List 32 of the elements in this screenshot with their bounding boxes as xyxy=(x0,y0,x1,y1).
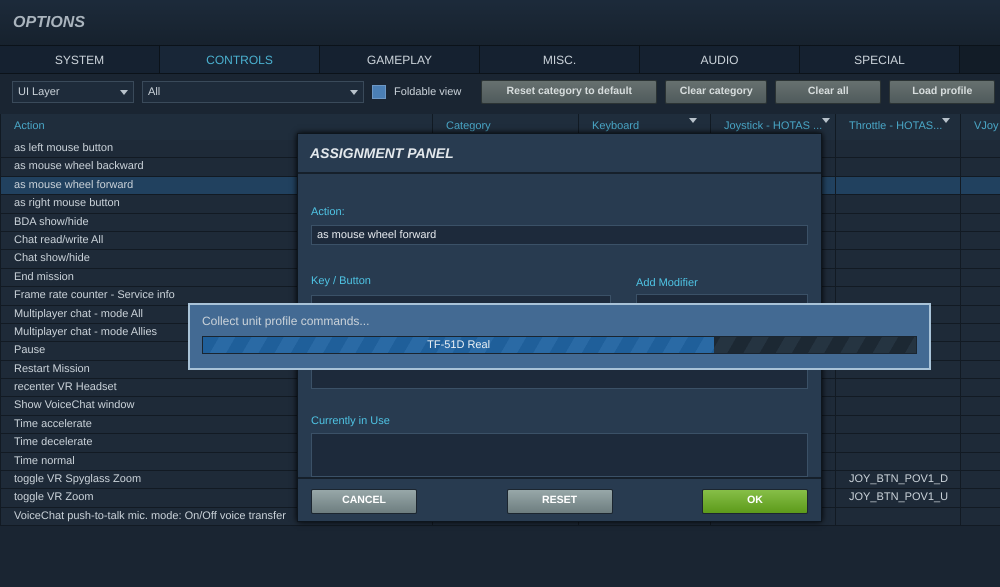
field-label: Currently in Use xyxy=(311,414,391,429)
panel-title: ASSIGNMENT PANEL xyxy=(298,134,821,174)
field-label: Action: xyxy=(311,205,346,220)
table-cell: Pause xyxy=(14,344,46,356)
table-cell: JOY_BTN_POV1_D xyxy=(849,473,948,486)
checkbox-label: Foldable view xyxy=(394,84,462,100)
table-cell: Chat show/hide xyxy=(14,252,90,264)
table-cell: Time normal xyxy=(14,454,75,467)
window-title: OPTIONS xyxy=(13,12,86,32)
table-cell: Frame rate counter - Service info xyxy=(14,289,175,302)
table-cell: Time accelerate xyxy=(14,418,92,430)
table-cell: recenter VR Headset xyxy=(14,381,117,394)
table-cell: Show VoiceChat window xyxy=(14,399,134,412)
table-cell: as right mouse button xyxy=(14,197,120,210)
progress-label: TF-51D Real xyxy=(426,338,492,353)
table-cell: toggle VR Zoom xyxy=(14,491,94,504)
table-cell: toggle VR Spyglass Zoom xyxy=(14,473,142,486)
table-cell: Multiplayer chat - mode Allies xyxy=(14,326,158,338)
table-cell: Multiplayer chat - mode All xyxy=(14,308,143,320)
table-cell: VoiceChat push-to-talk mic. mode: On/Off voice transfer xyxy=(14,510,286,522)
table-cell: Time decelerate xyxy=(14,436,92,448)
table-cell: BDA show/hide xyxy=(14,216,89,228)
table-cell: End mission xyxy=(14,270,74,283)
table-cell: JOY_BTN_POV1_U xyxy=(849,491,948,504)
table-cell: as left mouse button xyxy=(14,142,114,154)
progress-message: Collect unit profile commands... xyxy=(202,313,370,330)
field-label: Add Modifier xyxy=(636,276,699,290)
table-cell: Restart Mission xyxy=(14,362,90,375)
table-cell: as mouse wheel forward xyxy=(14,178,134,191)
field-label: Key / Button xyxy=(311,274,372,288)
table-cell: Chat read/write All xyxy=(14,234,104,246)
table-cell: as mouse wheel backward xyxy=(14,160,144,172)
